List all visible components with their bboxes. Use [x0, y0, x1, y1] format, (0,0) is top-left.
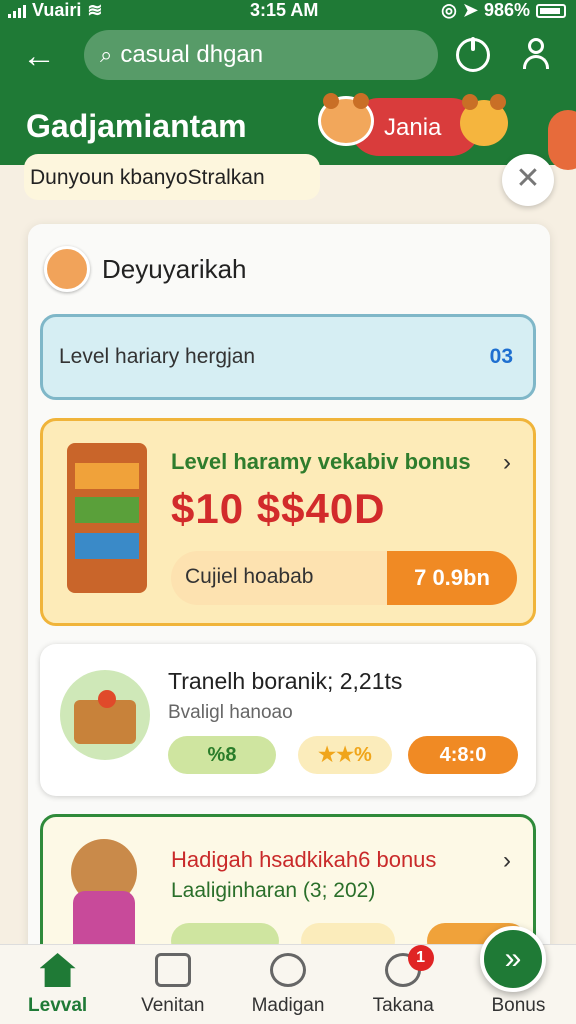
- status-time: 3:15 AM: [250, 0, 319, 20]
- next-button[interactable]: »: [480, 926, 546, 992]
- gift-subtitle: Bvaligl hanoao: [168, 702, 293, 723]
- bear-body-icon: [73, 891, 135, 951]
- gift-box-icon: [60, 670, 150, 760]
- feature-amount: $10 $$40D: [171, 485, 386, 532]
- bonus-feature-card[interactable]: Level haramy vekabiv bonus › $10 $$40D C…: [40, 418, 536, 626]
- home-icon: [39, 953, 76, 987]
- bear-card-subtitle: Laaliginharan (3; 202): [171, 879, 376, 902]
- sheet-header: Deyuyarikah: [44, 246, 247, 292]
- search-input[interactable]: [120, 41, 401, 69]
- app-title: Gadjamiantam: [26, 108, 247, 144]
- timer-chip[interactable]: 4:8:0: [408, 736, 518, 774]
- machine-icon: [154, 953, 191, 987]
- claim-bar[interactable]: Cujiel hoabab 7 0.9bn: [171, 551, 517, 605]
- nav-label: Levval: [28, 995, 88, 1016]
- chevron-right-icon: ›: [503, 847, 511, 874]
- nav-item-level[interactable]: Levval: [0, 945, 115, 1024]
- notification-badge: 1: [407, 945, 434, 971]
- chevron-right-icon: ›: [503, 449, 511, 476]
- gift-card[interactable]: Tranelh boranik; 2,21ts Bvaligl hanoao %…: [40, 644, 536, 796]
- level-value: 03: [489, 345, 513, 368]
- jania-label: Jania: [384, 114, 442, 141]
- feature-title: Level haramy vekabiv bonus: [171, 449, 471, 474]
- double-chevron-icon: »: [504, 942, 522, 975]
- bear-card-title: Hadigah hsadkikah6 bonus: [171, 847, 437, 872]
- nav-item-takana[interactable]: 1 Takana: [346, 945, 461, 1024]
- decoration-icon: [548, 110, 576, 170]
- star-chip[interactable]: ★★%: [298, 736, 392, 774]
- nav-item-venitan[interactable]: Venitan: [115, 945, 230, 1024]
- claim-value: 7 0.9bn: [387, 551, 517, 605]
- battery-percent: 986%: [483, 0, 530, 20]
- chat-icon: [270, 953, 306, 987]
- content-sheet: Deyuyarikah Level hariary hergjan 03 Lev…: [28, 224, 550, 974]
- gift-title: Tranelh boranik; 2,21ts: [168, 668, 403, 694]
- avatar: [44, 246, 90, 292]
- level-card[interactable]: Level hariary hergjan 03: [40, 314, 536, 400]
- close-icon[interactable]: ✕: [502, 154, 554, 206]
- location-icon: ➤: [462, 0, 478, 20]
- power-icon[interactable]: [456, 37, 490, 72]
- back-arrow-icon[interactable]: ←: [22, 38, 58, 74]
- status-bar: Vuairi ≋ 3:15 AM ◎ ➤ 986%: [0, 0, 576, 24]
- nav-item-madigan[interactable]: Madigan: [230, 945, 345, 1024]
- vending-shelf-icon: [67, 443, 147, 593]
- level-label: Level hariary hergjan: [59, 345, 256, 368]
- bear-mascot-icon: [460, 94, 508, 146]
- claim-label: Cujiel hoabab: [185, 565, 314, 588]
- nav-label: Bonus: [491, 995, 546, 1016]
- search-icon: ⌕: [100, 42, 113, 67]
- alarm-icon: ◎: [441, 0, 457, 20]
- signal-icon: [8, 4, 26, 18]
- profile-icon[interactable]: [520, 38, 554, 72]
- battery-icon: [536, 3, 566, 18]
- subtitle-banner: Dunyoun kbanyoStralkan: [24, 154, 320, 200]
- dog-mascot-icon: [318, 93, 374, 146]
- search-bar[interactable]: ⌕: [84, 30, 438, 80]
- wifi-icon: ≋: [87, 0, 103, 20]
- nav-label: Venitan: [141, 995, 205, 1016]
- app-header: Vuairi ≋ 3:15 AM ◎ ➤ 986% ← ⌕ Gadjamiant…: [0, 0, 576, 170]
- sheet-title: Deyuyarikah: [102, 253, 247, 284]
- carrier-label: Vuairi: [32, 0, 82, 20]
- nav-label: Takana: [372, 995, 434, 1016]
- nav-label: Madigan: [251, 995, 325, 1016]
- reward-chip[interactable]: %8: [168, 736, 276, 774]
